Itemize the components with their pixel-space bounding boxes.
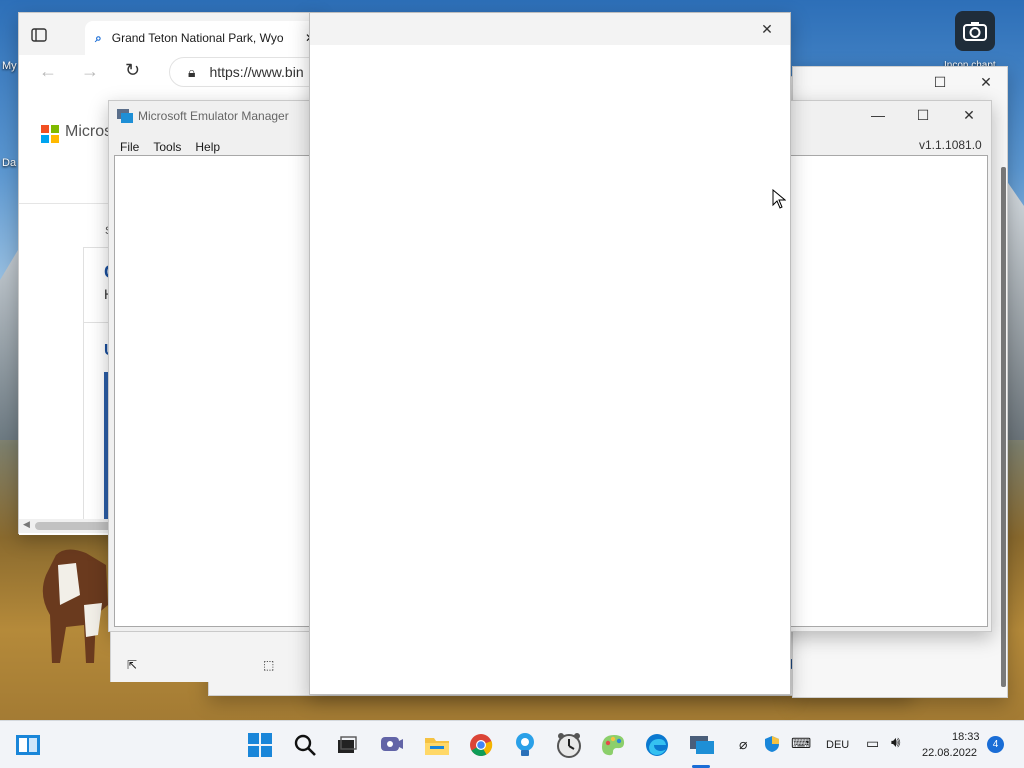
widgets-icon[interactable] — [14, 731, 42, 759]
scrollbar[interactable] — [1001, 167, 1006, 687]
wallpaper-horse — [42, 549, 108, 663]
close-icon[interactable]: ✕ — [744, 14, 790, 44]
dialog-titlebar — [310, 13, 790, 45]
emulator-app-icon — [117, 109, 133, 123]
clock-app-icon[interactable] — [555, 731, 583, 759]
maximize-icon[interactable]: ☐ — [900, 101, 946, 129]
task-view-icon[interactable] — [333, 731, 361, 759]
version-label: v1.1.1081.0 — [919, 138, 982, 152]
teams-chat-icon[interactable] — [378, 731, 406, 759]
file-explorer-icon[interactable] — [423, 731, 451, 759]
blank-dialog[interactable]: ✕ — [309, 12, 791, 695]
display-icon[interactable]: ▭ — [866, 735, 879, 752]
refresh-icon[interactable]: ↻ — [125, 60, 140, 81]
clock-date[interactable]: 22.08.2022 — [922, 747, 977, 759]
lock-icon: 🔒︎ — [188, 63, 196, 80]
back-icon[interactable]: ← — [39, 61, 57, 82]
network-off-icon[interactable]: ⌀ — [739, 736, 747, 753]
maximize-icon[interactable]: ☐ — [917, 67, 963, 97]
cursor-tool-icon[interactable]: ⇱ — [127, 658, 137, 672]
select-tool-icon[interactable]: ⬚ — [263, 658, 274, 672]
desktop-icon-label[interactable]: My — [2, 60, 17, 72]
search-icon: ⌕ — [95, 30, 102, 45]
emulator-toolbar: ⇱ ⬚ — [110, 632, 310, 682]
menu-file[interactable]: File — [120, 140, 139, 154]
tab-title: Grand Teton National Park, Wyo — [111, 31, 284, 45]
tab-actions-icon[interactable] — [31, 27, 47, 46]
close-icon[interactable]: ✕ — [946, 101, 992, 129]
desktop-icon-label[interactable]: Da — [2, 157, 16, 169]
search-icon[interactable] — [291, 731, 319, 759]
camera-icon[interactable] — [955, 11, 995, 51]
window-title: Microsoft Emulator Manager — [138, 109, 289, 123]
edge-icon[interactable] — [643, 731, 671, 759]
chrome-icon[interactable] — [467, 731, 495, 759]
microsoft-logo-icon — [41, 125, 59, 143]
clock-time[interactable]: 18:33 — [952, 731, 980, 743]
notification-badge[interactable]: 4 — [987, 736, 1004, 753]
emulator-taskbar-icon[interactable] — [687, 731, 717, 759]
page-logo-text: Micros — [65, 123, 113, 140]
mouse-pointer-icon — [772, 189, 786, 209]
paint-icon[interactable] — [599, 731, 627, 759]
address-text[interactable]: https://www.bin — [209, 64, 303, 80]
forward-icon[interactable]: → — [81, 61, 99, 82]
language-indicator[interactable]: DEU — [826, 739, 849, 751]
taskbar: ⌀ ⌨ DEU ▭ 🔊︎ 18:33 22.08.2022 4 — [0, 720, 1024, 768]
menu-tools[interactable]: Tools — [153, 140, 181, 154]
browser-tab[interactable]: ⌕ Grand Teton National Park, Wyo ✕ — [85, 21, 325, 55]
security-shield-icon[interactable] — [764, 735, 780, 756]
keyboard-icon[interactable]: ⌨ — [791, 735, 811, 752]
volume-icon[interactable]: 🔊︎ — [891, 734, 900, 751]
start-icon[interactable] — [246, 731, 274, 759]
menu-help[interactable]: Help — [195, 140, 220, 154]
tips-icon[interactable] — [511, 731, 539, 759]
minimize-icon[interactable]: — — [855, 101, 901, 129]
close-icon[interactable]: ✕ — [963, 67, 1009, 97]
